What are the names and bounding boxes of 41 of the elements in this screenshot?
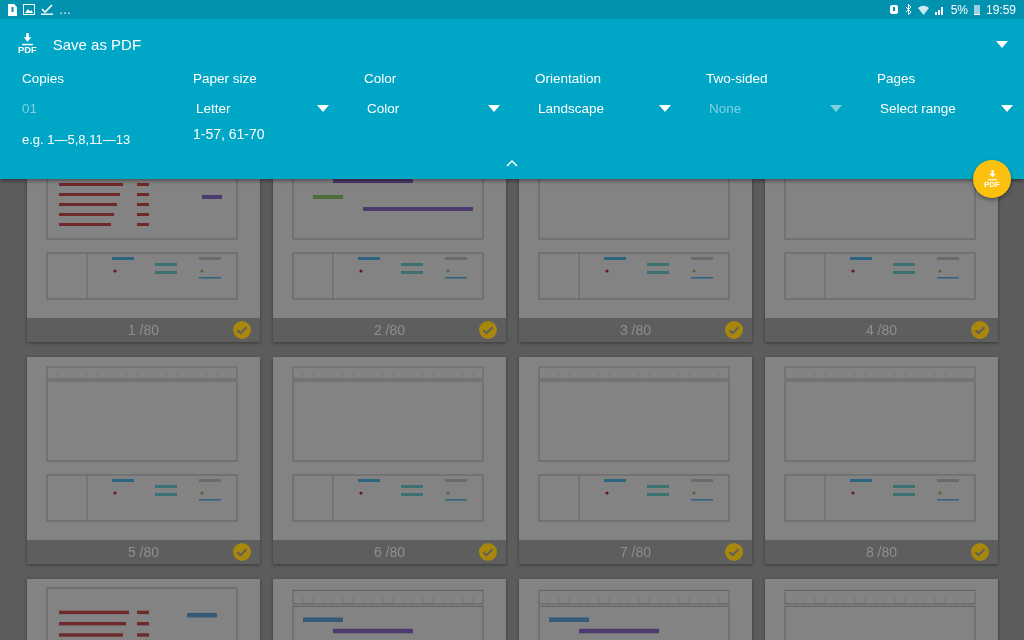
- option-label: Copies: [22, 71, 66, 86]
- wifi-icon: [917, 4, 929, 15]
- checkmark-icon: [41, 4, 53, 15]
- clock: 19:59: [985, 2, 1016, 17]
- option-dropdown[interactable]: Letter: [193, 98, 329, 118]
- checkmark-icon[interactable]: [725, 543, 743, 561]
- option-label: Color: [364, 71, 398, 86]
- checkmark-icon[interactable]: [971, 321, 989, 339]
- dropdown-arrow-icon: [830, 104, 842, 112]
- dropdown-arrow-icon: [488, 104, 500, 112]
- option-label: Paper size: [193, 71, 258, 86]
- collapse-icon[interactable]: [506, 159, 518, 167]
- more-notifications: …: [59, 2, 71, 17]
- option-dropdown[interactable]: Color: [364, 98, 500, 118]
- checkmark-icon[interactable]: [233, 543, 251, 561]
- checkmark-icon[interactable]: [725, 321, 743, 339]
- dropdown-arrow-icon: [996, 40, 1008, 48]
- dropdown-arrow-icon: [1001, 104, 1013, 112]
- option-label: Two-sided: [706, 71, 769, 86]
- dropdown-arrow-icon: [659, 104, 671, 112]
- gantt-bar: [313, 195, 343, 199]
- sim-card-icon: [8, 3, 17, 16]
- alarm-icon: [888, 4, 899, 15]
- signal-icon: [934, 4, 945, 15]
- gantt-bar: [303, 617, 343, 622]
- gantt-bar: [549, 617, 589, 622]
- printer-title[interactable]: Save as PDF: [52, 35, 996, 53]
- battery-percent: 5%: [950, 2, 968, 17]
- bluetooth-icon: [904, 4, 912, 15]
- checkmark-icon[interactable]: [479, 543, 497, 561]
- image-icon: [23, 4, 35, 15]
- checkmark-icon[interactable]: [479, 321, 497, 339]
- option-dropdown[interactable]: Landscape: [535, 98, 671, 118]
- option-label: Orientation: [535, 71, 603, 86]
- checkmark-icon[interactable]: [971, 543, 989, 561]
- copies-field[interactable]: 01: [22, 98, 158, 118]
- option-dropdown[interactable]: Select range: [877, 98, 1013, 118]
- option-label: Pages: [877, 71, 917, 86]
- checkmark-icon[interactable]: [233, 321, 251, 339]
- dropdown-arrow-icon: [317, 104, 329, 112]
- battery-icon: [973, 4, 980, 15]
